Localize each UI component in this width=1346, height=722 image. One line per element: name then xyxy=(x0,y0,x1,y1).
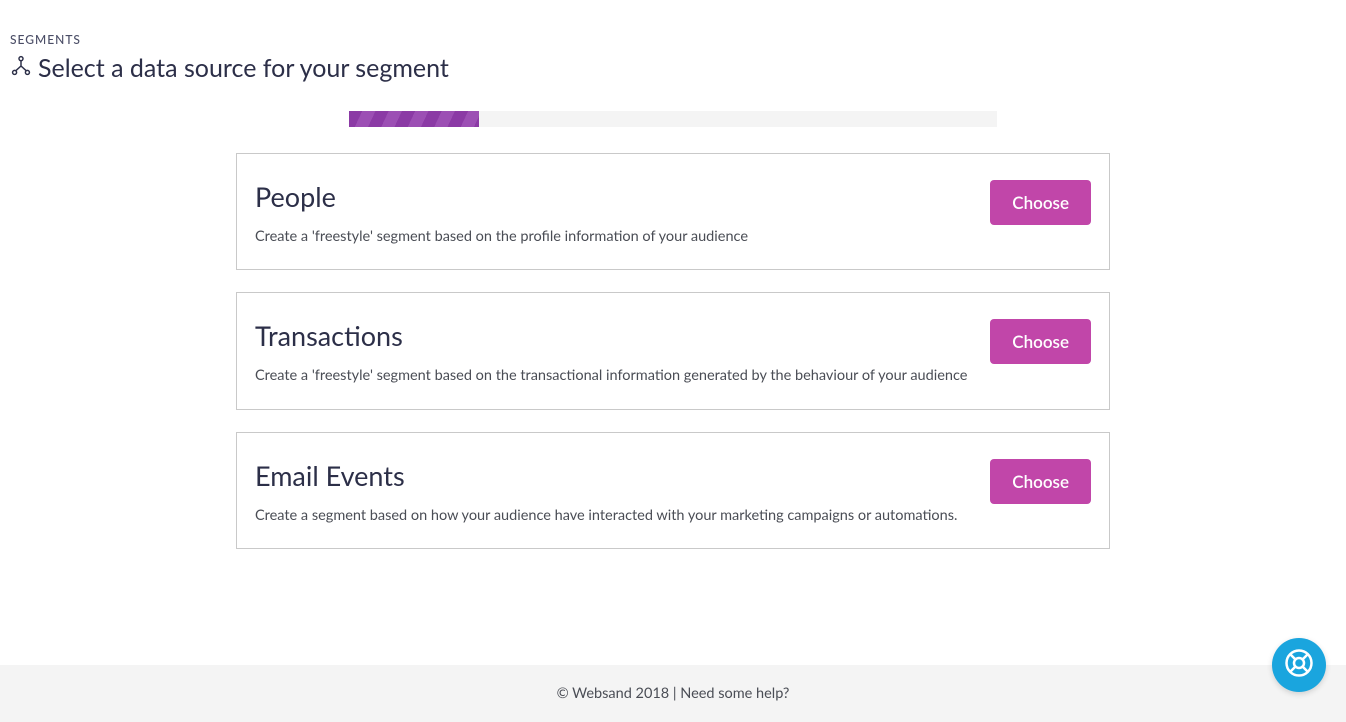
card-title: People xyxy=(255,180,970,213)
segment-icon xyxy=(10,55,32,81)
footer-copyright: © Websand 2018 xyxy=(557,685,670,702)
footer-help-link[interactable]: Need some help? xyxy=(680,685,789,702)
card-email-events: Email Events Create a segment based on h… xyxy=(236,432,1110,549)
card-text: Email Events Create a segment based on h… xyxy=(255,459,970,526)
card-title: Email Events xyxy=(255,459,970,492)
title-row: Select a data source for your segment xyxy=(10,53,1336,83)
footer: © Websand 2018 | Need some help? xyxy=(0,665,1346,722)
progress-bar xyxy=(349,111,997,127)
card-transactions: Transactions Create a 'freestyle' segmen… xyxy=(236,292,1110,409)
choose-transactions-button[interactable]: Choose xyxy=(990,319,1091,364)
progress-fill xyxy=(349,111,479,127)
page-header: SEGMENTS Select a data source for your s… xyxy=(0,0,1346,83)
choose-people-button[interactable]: Choose xyxy=(990,180,1091,225)
card-description: Create a 'freestyle' segment based on th… xyxy=(255,227,970,247)
lifebuoy-icon xyxy=(1284,648,1314,682)
page-title: Select a data source for your segment xyxy=(38,53,449,83)
source-cards: People Create a 'freestyle' segment base… xyxy=(236,153,1110,549)
card-title: Transactions xyxy=(255,319,970,352)
card-description: Create a segment based on how your audie… xyxy=(255,506,970,526)
card-people: People Create a 'freestyle' segment base… xyxy=(236,153,1110,270)
footer-separator: | xyxy=(669,685,680,702)
card-description: Create a 'freestyle' segment based on th… xyxy=(255,366,970,386)
card-text: People Create a 'freestyle' segment base… xyxy=(255,180,970,247)
card-text: Transactions Create a 'freestyle' segmen… xyxy=(255,319,970,386)
breadcrumb: SEGMENTS xyxy=(10,32,1336,47)
help-fab-button[interactable] xyxy=(1272,638,1326,692)
choose-email-events-button[interactable]: Choose xyxy=(990,459,1091,504)
